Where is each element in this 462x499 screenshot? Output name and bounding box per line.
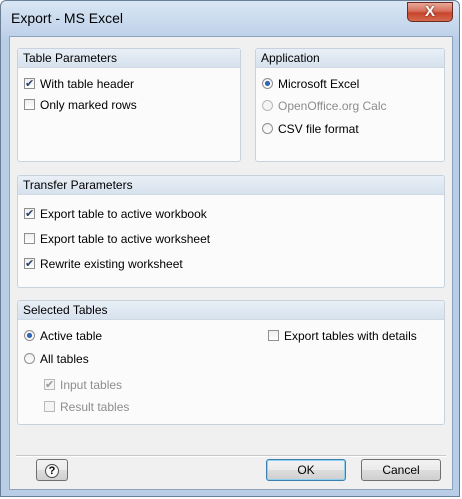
all-tables-label: All tables — [40, 352, 89, 366]
dialog-body: Table Parameters With table header Only … — [9, 36, 453, 490]
close-button[interactable]: X — [407, 2, 453, 22]
help-icon: ? — [45, 464, 59, 478]
table-parameters-title: Table Parameters — [23, 51, 118, 65]
checkbox-unchecked-icon — [44, 401, 55, 412]
checkbox-unchecked-icon — [268, 330, 279, 341]
help-button[interactable]: ? — [36, 459, 68, 481]
openoffice-calc-label: OpenOffice.org Calc — [278, 99, 387, 113]
result-tables-label: Result tables — [60, 400, 130, 414]
microsoft-excel-label: Microsoft Excel — [278, 77, 360, 91]
transfer-parameters-group: Transfer Parameters Export table to acti… — [17, 175, 445, 288]
application-group: Application Microsoft Excel OpenOffice.o… — [255, 48, 445, 162]
selected-tables-title: Selected Tables — [23, 303, 108, 317]
application-title: Application — [261, 51, 320, 65]
active-table-label: Active table — [40, 329, 103, 343]
radio-unselected-icon — [262, 100, 273, 111]
with-table-header-label: With table header — [40, 77, 135, 91]
checkbox-unchecked-icon — [24, 233, 35, 244]
ok-button[interactable]: OK — [266, 459, 346, 481]
csv-file-format-label: CSV file format — [278, 122, 359, 136]
group-header: Transfer Parameters — [18, 176, 444, 195]
export-dialog: Export - MS Excel X Table Parameters Wit… — [0, 0, 460, 497]
input-tables-label: Input tables — [60, 378, 123, 392]
title-bar[interactable]: Export - MS Excel X — [1, 1, 459, 35]
group-header: Table Parameters — [18, 49, 240, 68]
rewrite-existing-worksheet-label: Rewrite existing worksheet — [40, 257, 183, 271]
checkbox-checked-icon — [24, 76, 35, 92]
radio-selected-icon — [24, 330, 35, 341]
checkbox-checked-icon — [44, 377, 55, 393]
checkbox-checked-icon — [24, 206, 35, 222]
window-title: Export - MS Excel — [11, 10, 124, 26]
footer-separator — [16, 455, 446, 457]
checkbox-unchecked-icon — [24, 99, 35, 110]
export-to-active-workbook-label: Export table to active workbook — [40, 207, 207, 221]
close-icon: X — [424, 3, 435, 20]
export-with-details-label: Export tables with details — [284, 329, 417, 343]
radio-selected-icon — [262, 78, 273, 89]
only-marked-rows-label: Only marked rows — [40, 98, 137, 112]
cancel-button[interactable]: Cancel — [361, 459, 441, 481]
export-to-active-worksheet-label: Export table to active worksheet — [40, 232, 211, 246]
group-header: Selected Tables — [18, 301, 444, 320]
checkbox-checked-icon — [24, 256, 35, 272]
group-header: Application — [256, 49, 444, 68]
radio-unselected-icon — [262, 123, 273, 134]
table-parameters-group: Table Parameters With table header Only … — [17, 48, 241, 162]
transfer-parameters-title: Transfer Parameters — [23, 178, 133, 192]
selected-tables-group: Selected Tables Active table All tables … — [17, 300, 445, 425]
radio-unselected-icon — [24, 353, 35, 364]
